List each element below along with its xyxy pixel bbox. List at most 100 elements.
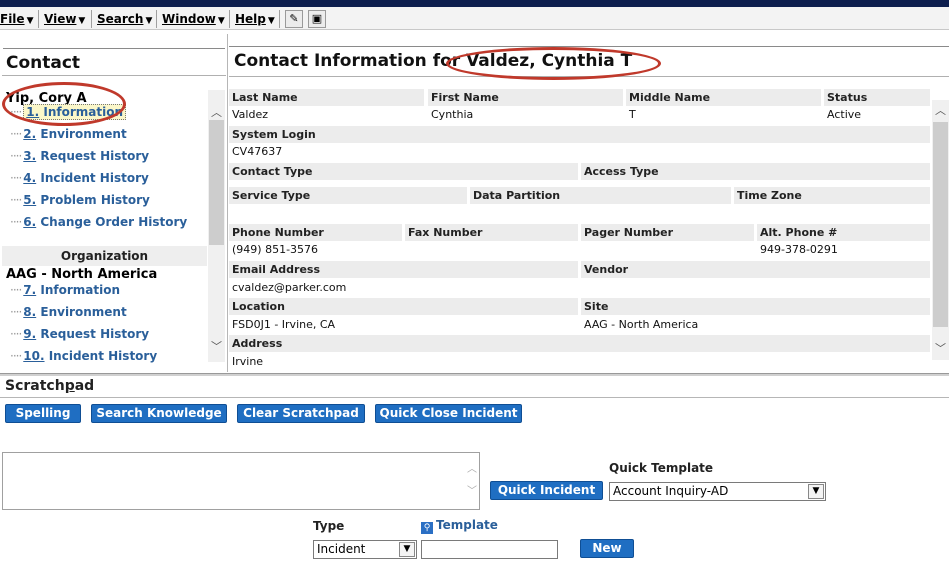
tree-connector: ····	[10, 305, 22, 319]
chevron-down-icon[interactable]: ▼	[399, 542, 415, 557]
last-name-label: Last Name	[229, 89, 424, 106]
fax-number-label: Fax Number	[405, 224, 578, 241]
tree-connector: ····	[10, 327, 22, 341]
nav-item-number: 7.	[23, 283, 37, 297]
tools-icon[interactable]: ✎	[285, 10, 303, 28]
system-login-label: System Login	[229, 126, 930, 143]
chevron-down-icon[interactable]: ▼	[808, 484, 824, 499]
location-label: Location	[229, 298, 578, 315]
nav-item-label: Incident History	[40, 171, 149, 185]
search-knowledge-button[interactable]: Search Knowledge	[91, 404, 227, 423]
menu-window[interactable]: Window ▼	[162, 11, 225, 27]
nav-item-label: Change Order History	[40, 215, 188, 229]
chevron-up-icon[interactable]: ︿	[932, 102, 949, 118]
nav-item-label: Information	[40, 283, 121, 297]
chevron-down-icon: ▼	[145, 16, 153, 26]
nav-item-number: 9.	[23, 327, 37, 341]
clear-scratchpad-button[interactable]: Clear Scratchpad	[237, 404, 365, 423]
menu-help[interactable]: Help ▼	[235, 11, 275, 27]
chevron-up-icon[interactable]: ︿	[208, 104, 225, 120]
quick-incident-button[interactable]: Quick Incident	[490, 481, 603, 500]
search-icon: ⚲	[421, 522, 433, 534]
tree-connector: ····	[10, 349, 22, 363]
tree-connector: ····	[10, 283, 22, 297]
tree-connector: ····	[10, 215, 22, 229]
menu-file-label: File	[0, 12, 25, 26]
nav-contact-incident-history[interactable]: ···· 4. Incident History	[10, 171, 149, 185]
type-select[interactable]: Incident ▼	[313, 540, 417, 559]
nav-item-number: 5.	[23, 193, 37, 207]
nav-contact-request-history[interactable]: ···· 3. Request History	[10, 149, 149, 163]
new-button[interactable]: New	[580, 539, 634, 558]
menu-view[interactable]: View ▼	[44, 11, 85, 27]
scrollbar-thumb[interactable]	[933, 122, 948, 327]
quick-template-select[interactable]: Account Inquiry-AD ▼	[609, 482, 826, 501]
chevron-down-icon[interactable]: ﹀	[208, 338, 225, 354]
system-login-value: CV47637	[232, 145, 283, 158]
alt-phone-value: 949-378-0291	[760, 243, 838, 256]
left-scrollbar[interactable]: ︿ ﹀	[208, 90, 225, 362]
quick-close-incident-button[interactable]: Quick Close Incident	[375, 404, 522, 423]
quick-template-value: Account Inquiry-AD	[613, 484, 729, 498]
scratchpad-title-part: Scratch	[5, 378, 65, 394]
scrollbar-thumb[interactable]	[209, 120, 224, 245]
nav-org-incident-history[interactable]: ···· 10. Incident History	[10, 349, 157, 363]
textarea-scroll-arrows[interactable]: ︿ ﹀	[467, 459, 477, 503]
status-label: Status	[824, 89, 930, 106]
tree-connector: ····	[10, 171, 22, 185]
menu-separator	[91, 10, 92, 28]
nav-contact-change-order-history[interactable]: ···· 6. Change Order History	[10, 215, 187, 229]
scratchpad-title-part: p	[64, 378, 75, 394]
time-zone-label: Time Zone	[734, 187, 930, 204]
chevron-down-icon[interactable]: ﹀	[932, 340, 949, 356]
phone-number-value: (949) 851-3576	[232, 243, 319, 256]
nav-org-information[interactable]: ···· 7. Information	[10, 283, 120, 297]
alt-phone-label: Alt. Phone #	[757, 224, 930, 241]
access-type-label: Access Type	[581, 163, 930, 180]
template-link[interactable]: ⚲ Template	[421, 518, 498, 534]
nav-item-label: Problem History	[40, 193, 150, 207]
middle-name-label: Middle Name	[626, 89, 821, 106]
email-address-label: Email Address	[229, 261, 578, 278]
contact-card-icon[interactable]: ▣	[308, 10, 326, 28]
nav-contact-problem-history[interactable]: ···· 5. Problem History	[10, 193, 150, 207]
pager-number-label: Pager Number	[581, 224, 754, 241]
divider	[3, 48, 225, 49]
tree-connector: ····	[10, 193, 22, 207]
menu-separator	[279, 10, 280, 28]
nav-item-number: 4.	[23, 171, 37, 185]
middle-name-value: T	[629, 108, 636, 121]
spelling-button[interactable]: Spelling	[5, 404, 81, 423]
divider	[229, 46, 949, 47]
chevron-down-icon: ▼	[26, 16, 34, 26]
vendor-label: Vendor	[581, 261, 930, 278]
divider	[0, 397, 949, 398]
menu-window-label: Window	[162, 12, 216, 26]
chevron-down-icon: ▼	[267, 16, 275, 26]
address-label: Address	[229, 335, 930, 352]
location-value: FSD0J1 - Irvine, CA	[232, 318, 336, 331]
nav-item-label: Request History	[40, 327, 150, 341]
nav-item-label: Incident History	[48, 349, 158, 363]
menu-bar: File ▼ View ▼ Search ▼ Window ▼ Help ▼ ✎ ▣	[0, 7, 949, 30]
organization-header: Organization	[2, 246, 207, 266]
first-name-value: Cynthia	[431, 108, 474, 121]
first-name-label: First Name	[428, 89, 623, 106]
menu-file[interactable]: File ▼	[0, 11, 33, 27]
chevron-down-icon: ▼	[217, 16, 225, 26]
menu-separator	[38, 10, 39, 28]
nav-org-environment[interactable]: ···· 8. Environment	[10, 305, 127, 319]
scratchpad-textarea[interactable]: ︿ ﹀	[2, 452, 480, 510]
type-label: Type	[313, 519, 345, 533]
menu-help-label: Help	[235, 12, 266, 26]
nav-contact-environment[interactable]: ···· 2. Environment	[10, 127, 127, 141]
right-scrollbar[interactable]: ︿ ﹀	[932, 100, 949, 360]
nav-org-request-history[interactable]: ···· 9. Request History	[10, 327, 149, 341]
email-address-value: cvaldez@parker.com	[232, 281, 347, 294]
template-input[interactable]	[421, 540, 558, 559]
site-label: Site	[581, 298, 930, 315]
splitter[interactable]	[0, 373, 949, 376]
menu-search[interactable]: Search ▼	[97, 11, 152, 27]
nav-item-label: Environment	[40, 305, 127, 319]
template-link-label: Template	[436, 518, 498, 532]
